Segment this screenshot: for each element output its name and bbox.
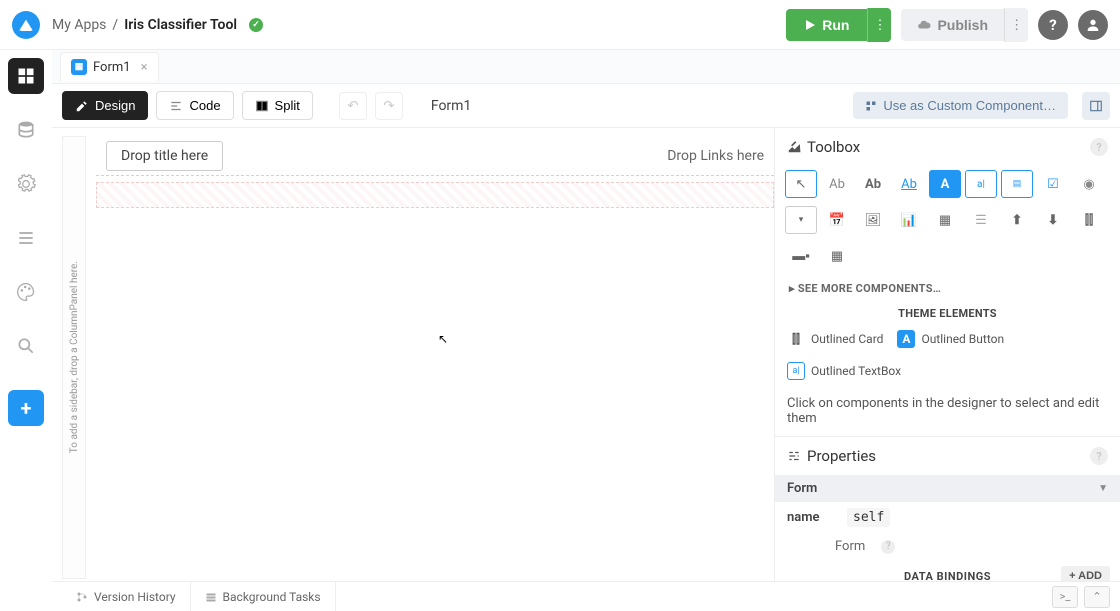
run-button[interactable]: Run xyxy=(786,9,867,41)
theme-outlined-card[interactable]: ⫿⫿Outlined Card xyxy=(787,330,883,348)
properties-help-icon[interactable]: ? xyxy=(1090,447,1108,465)
tool-column-icon[interactable]: ⫿⫿ xyxy=(1073,206,1105,234)
form-selector[interactable]: Form ▼ xyxy=(775,475,1120,502)
drop-title-slot[interactable]: Drop title here xyxy=(106,141,223,171)
properties-header: Properties ? xyxy=(775,437,1120,475)
tool-checkbox-icon[interactable]: ☑ xyxy=(1037,170,1069,198)
footer-bar: Version History Background Tasks >_ ⌃ xyxy=(52,581,1120,611)
body-drop-zone[interactable] xyxy=(96,182,774,208)
undo-button[interactable]: ↶ xyxy=(339,92,367,120)
top-bar: My Apps / Iris Classifier Tool ✓ Run ⋮ P… xyxy=(0,0,1120,50)
mode-bar: Design Code Split ↶ ↷ Form1 Use as Custo… xyxy=(52,84,1120,128)
account-button[interactable] xyxy=(1078,10,1108,40)
prop-form-type: Form xyxy=(835,539,865,554)
tool-grid: ↖ Ab Ab Ab A a| ▤ ☑ ◉ xyxy=(775,166,1120,202)
breadcrumb-current[interactable]: Iris Classifier Tool xyxy=(124,17,237,33)
prop-form-help-icon[interactable]: ? xyxy=(881,540,895,554)
toggle-right-panel-button[interactable] xyxy=(1082,92,1110,120)
tool-datagrid-icon[interactable]: ▦ xyxy=(929,206,961,234)
left-rail: + xyxy=(0,50,52,611)
collapse-footer-button[interactable]: ⌃ xyxy=(1084,586,1110,608)
tool-textarea-icon[interactable]: ▤ xyxy=(1001,170,1033,198)
code-mode-button[interactable]: Code xyxy=(156,91,233,120)
publish-button[interactable]: Publish xyxy=(901,9,1004,41)
theme-outlined-button[interactable]: AOutlined Button xyxy=(897,330,1004,348)
toolbox-header: Toolbox ? xyxy=(775,128,1120,166)
design-canvas[interactable]: To add a sidebar, drop a ColumnPanel her… xyxy=(52,128,774,611)
run-more-button[interactable]: ⋮ xyxy=(867,8,891,42)
split-mode-button[interactable]: Split xyxy=(242,91,313,120)
breadcrumb-root[interactable]: My Apps xyxy=(52,17,106,33)
tool-datepicker-icon[interactable]: 📅 xyxy=(821,206,853,234)
status-saved-icon: ✓ xyxy=(249,18,263,32)
rail-app-icon[interactable] xyxy=(8,58,44,94)
close-tab-icon[interactable]: × xyxy=(141,60,148,75)
tool-pointer-icon[interactable]: ↖ xyxy=(785,170,817,198)
rail-database-icon[interactable] xyxy=(8,112,44,148)
tool-radio-icon[interactable]: ◉ xyxy=(1073,170,1105,198)
file-tab-form1[interactable]: ▦ Form1 × xyxy=(60,52,159,81)
use-custom-component-button[interactable]: Use as Custom Component… xyxy=(853,92,1068,119)
sidebar-drop-hint[interactable]: To add a sidebar, drop a ColumnPanel her… xyxy=(62,136,86,579)
toolbox-help-icon[interactable]: ? xyxy=(1090,138,1108,156)
redo-button[interactable]: ↷ xyxy=(375,92,403,120)
tool-repeating-icon[interactable]: ☰ xyxy=(965,206,997,234)
rail-settings-icon[interactable] xyxy=(8,166,44,202)
tool-xy-icon[interactable]: ▦ xyxy=(821,242,853,270)
design-mode-button[interactable]: Design xyxy=(62,91,148,120)
tool-fileloader-icon[interactable]: ⬆ xyxy=(1001,206,1033,234)
rail-search-icon[interactable] xyxy=(8,328,44,364)
breadcrumb-sep: / xyxy=(112,17,118,33)
tool-textbox-icon[interactable]: a| xyxy=(965,170,997,198)
drop-links-slot[interactable]: Drop Links here xyxy=(667,148,764,164)
prop-name-value[interactable]: self xyxy=(847,508,890,527)
rail-theme-icon[interactable] xyxy=(8,274,44,310)
form-icon: ▦ xyxy=(71,59,87,75)
rail-list-icon[interactable] xyxy=(8,220,44,256)
right-panel: Toolbox ? ↖ Ab Ab Ab A a| ▤ ☑ ◉ ▾ 📅 xyxy=(774,128,1120,611)
form-name-label: Form1 xyxy=(431,98,471,114)
prop-name-label: name xyxy=(787,510,837,525)
breadcrumb: My Apps / Iris Classifier Tool ✓ xyxy=(52,17,263,33)
help-button[interactable]: ? xyxy=(1038,10,1068,40)
tool-flow-icon[interactable]: ▬▪ xyxy=(785,242,817,270)
rail-add-button[interactable]: + xyxy=(8,390,44,426)
publish-more-button[interactable]: ⋮ xyxy=(1004,8,1028,42)
tool-plot-icon[interactable]: 📊 xyxy=(893,206,925,234)
tool-image-icon[interactable]: 🖼 xyxy=(857,206,889,234)
theme-elements-label: THEME ELEMENTS xyxy=(775,303,1120,324)
console-button[interactable]: >_ xyxy=(1052,586,1078,608)
app-logo xyxy=(12,11,40,39)
tool-button-icon[interactable]: A xyxy=(929,170,961,198)
tool-download-icon[interactable]: ⬇ xyxy=(1037,206,1069,234)
tool-label-bold-icon[interactable]: Ab xyxy=(857,170,889,198)
version-history-tab[interactable]: Version History xyxy=(62,582,191,611)
tool-label-icon[interactable]: Ab xyxy=(821,170,853,198)
background-tasks-tab[interactable]: Background Tasks xyxy=(191,582,336,611)
tool-dropdown-icon[interactable]: ▾ xyxy=(785,206,817,234)
see-more-components[interactable]: ▸ SEE MORE COMPONENTS… xyxy=(775,274,1120,303)
file-tab-bar: ▦ Form1 × xyxy=(52,50,1120,84)
tool-link-icon[interactable]: Ab xyxy=(893,170,925,198)
toolbox-hint: Click on components in the designer to s… xyxy=(775,386,1120,437)
cursor-icon: ↖ xyxy=(438,332,448,346)
theme-outlined-textbox[interactable]: a|Outlined TextBox xyxy=(787,362,901,380)
